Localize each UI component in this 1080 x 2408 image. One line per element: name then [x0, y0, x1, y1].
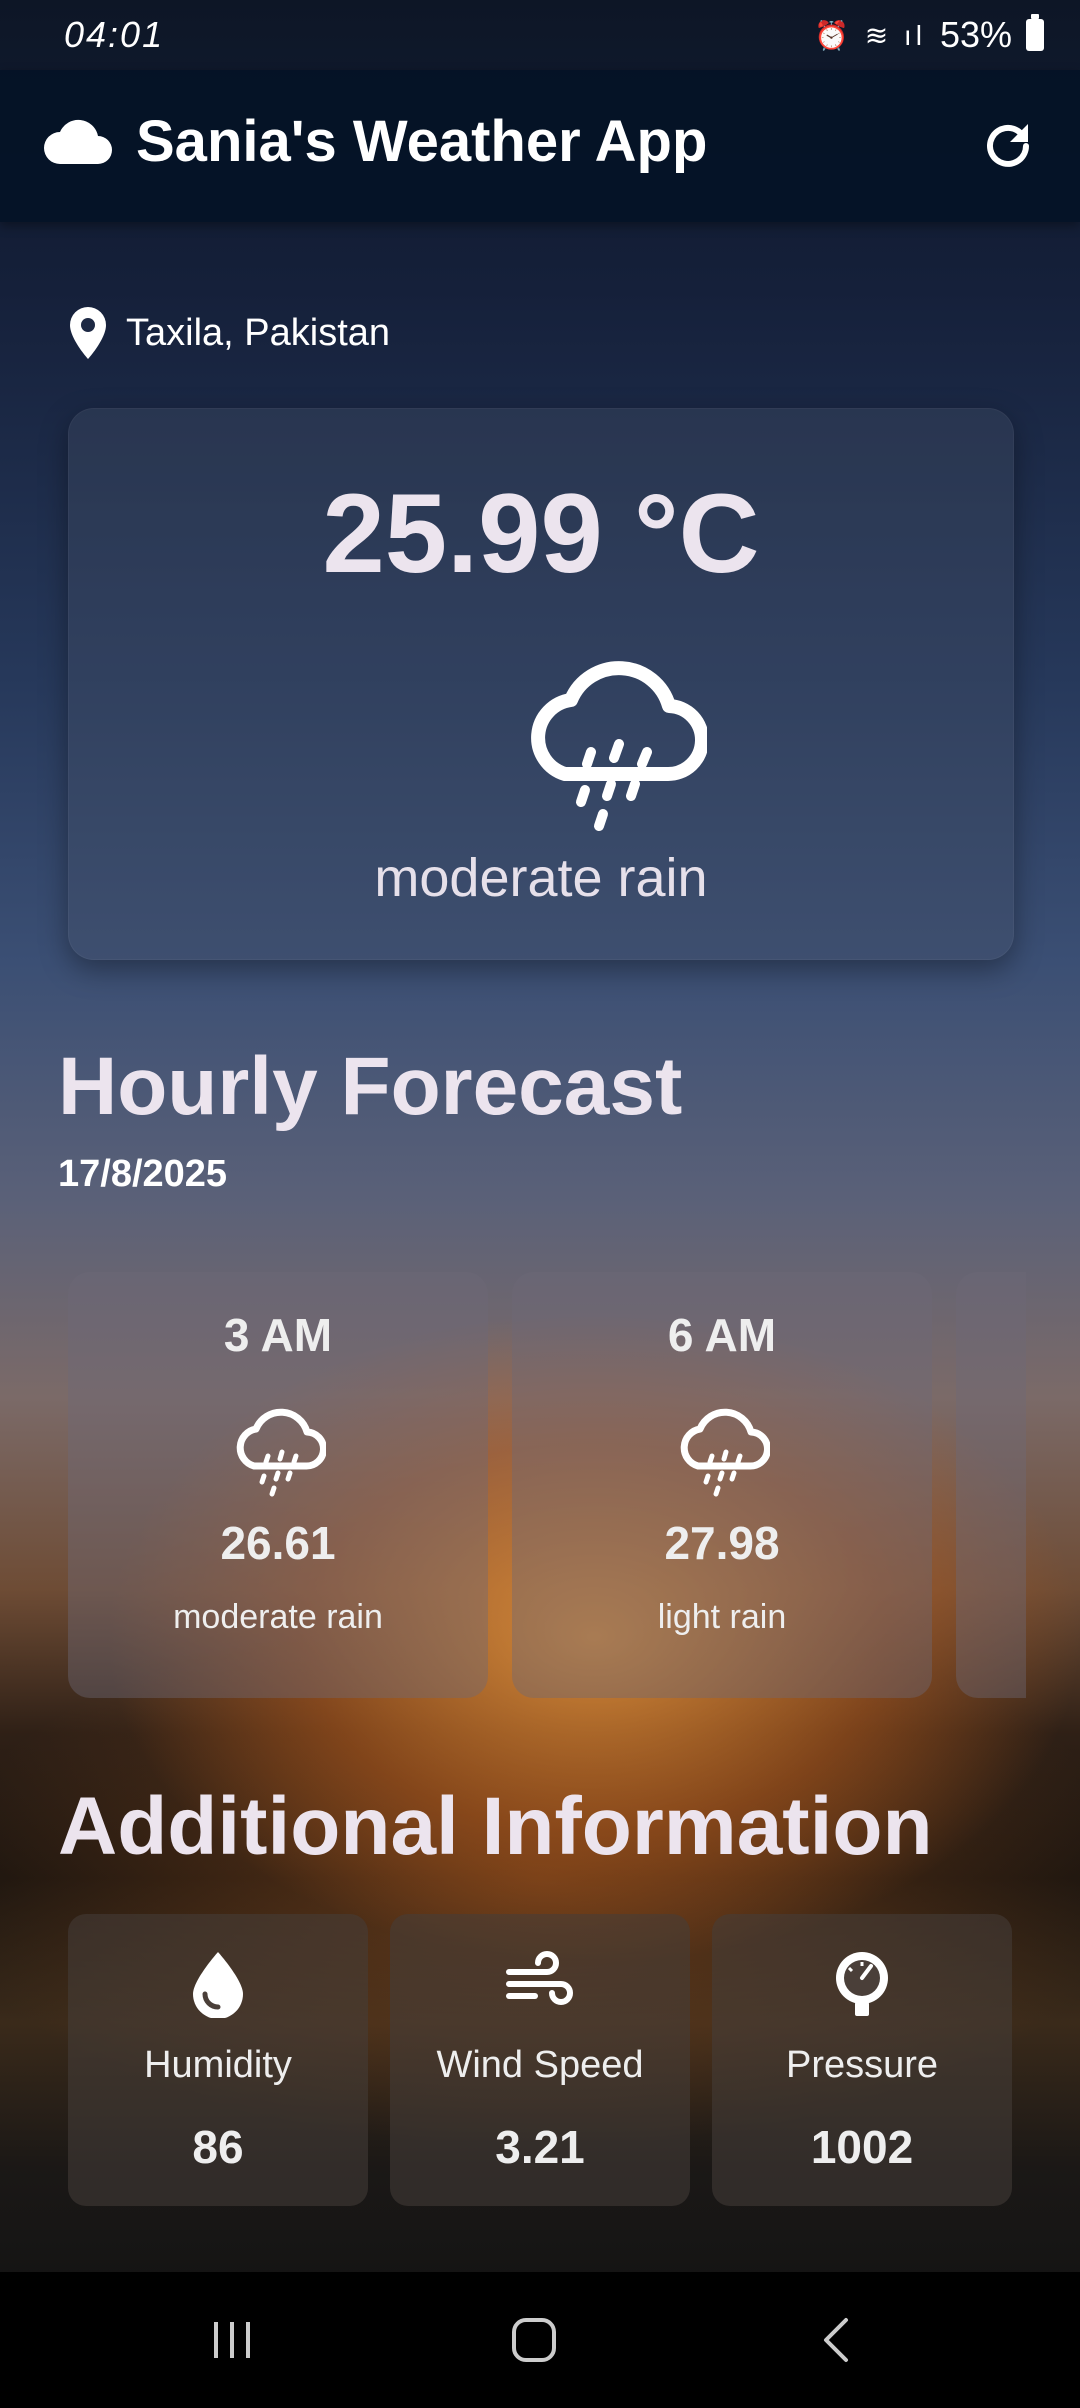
hourly-card-partial[interactable]	[956, 1272, 1026, 1698]
hourly-temperature: 26.61	[220, 1517, 336, 1569]
wind-speed-value: 3.21	[495, 2121, 585, 2173]
hourly-card[interactable]: 6 AM 27.98 light rain	[512, 1272, 932, 1698]
status-time: 04:01	[64, 14, 165, 55]
battery-icon	[1026, 14, 1044, 51]
rain-cloud-icon	[236, 1408, 326, 1497]
status-right: ⏰ ≋ ıl 53%	[814, 14, 1044, 56]
wind-speed-label: Wind Speed	[436, 2044, 644, 2086]
current-condition: moderate rain	[374, 848, 708, 908]
alarm-wifi-signal-icons: ⏰ ≋ ıl	[814, 19, 926, 51]
refresh-button[interactable]	[980, 118, 1036, 174]
wind-speed-card: Wind Speed 3.21	[390, 1914, 690, 2206]
location: Taxila, Pakistan	[68, 305, 390, 361]
app-bar: Sania's Weather App	[0, 70, 1080, 222]
humidity-value: 86	[192, 2121, 244, 2173]
hourly-card[interactable]: 3 AM 26.61 moderate rain	[68, 1272, 488, 1698]
current-weather-card: 25.99 °C moderate rain	[68, 408, 1014, 960]
rain-cloud-icon	[680, 1408, 770, 1497]
pressure-value: 1002	[810, 2121, 914, 2173]
pressure-card: Pressure 1002	[712, 1914, 1012, 2206]
hourly-time: 6 AM	[667, 1309, 777, 1361]
additional-info-title: Additional Information	[58, 1781, 933, 1872]
home-button[interactable]	[494, 2310, 574, 2370]
hourly-condition: light rain	[657, 1598, 787, 1636]
humidity-card: Humidity 86	[68, 1914, 368, 2206]
navigation-bar	[0, 2272, 1080, 2408]
pressure-label: Pressure	[785, 2044, 939, 2086]
humidity-label: Humidity	[144, 2044, 292, 2086]
gauge-icon	[836, 1952, 888, 2016]
current-temperature: 25.99 °C	[322, 471, 760, 596]
back-button[interactable]	[798, 2310, 878, 2370]
hourly-forecast-date: 17/8/2025	[58, 1153, 228, 1195]
hourly-temperature: 27.98	[664, 1517, 780, 1569]
hourly-condition: moderate rain	[173, 1598, 383, 1636]
cloud-icon	[44, 119, 112, 164]
hourly-time: 3 AM	[223, 1309, 333, 1361]
battery-percentage: 53%	[939, 14, 1012, 55]
app-title: Sania's Weather App	[136, 109, 708, 174]
wind-icon	[506, 1951, 573, 2005]
status-bar: 04:01 ⏰ ≋ ıl 53%	[0, 0, 1080, 70]
water-drop-icon	[193, 1952, 243, 2018]
hourly-forecast-title: Hourly Forecast	[58, 1041, 683, 1132]
location-pin-icon	[70, 307, 106, 359]
rain-cloud-icon	[531, 661, 707, 831]
location-text: Taxila, Pakistan	[126, 311, 391, 354]
recent-apps-button[interactable]	[192, 2310, 272, 2370]
